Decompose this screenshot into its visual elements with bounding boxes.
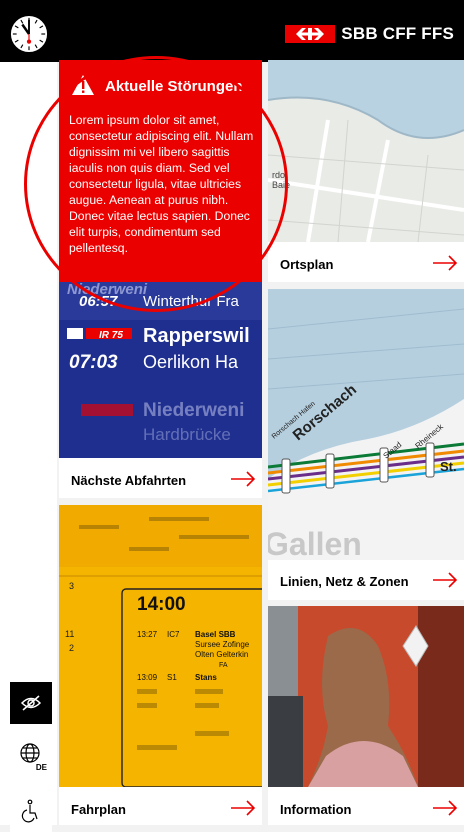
network-station3: St. <box>440 459 457 474</box>
row1-via: Sursee Zofinge <box>195 640 250 649</box>
track-b: 11 <box>65 629 74 639</box>
arrow-right-icon <box>433 800 458 816</box>
tile-label: Nächste Abfahrten <box>71 473 187 488</box>
city-map-image: rdo Baie <box>268 60 464 242</box>
information-photo <box>268 606 464 787</box>
language-code: DE <box>35 763 47 772</box>
sbb-logo-arrows-icon <box>285 25 336 43</box>
station-clock-icon[interactable] <box>10 15 48 53</box>
accessibility-button[interactable] <box>10 790 52 832</box>
tile-map[interactable]: rdo Baie Ortsplan <box>268 60 464 282</box>
eye-slash-icon <box>20 695 42 711</box>
row1-train: IC7 <box>167 630 180 639</box>
arrow-right-icon <box>231 800 256 816</box>
timetable-big-time: 14:00 <box>137 594 186 615</box>
tile-label: Information <box>280 802 352 817</box>
hide-images-button[interactable] <box>10 682 52 724</box>
board-row3-dest: Niederweni <box>143 400 244 421</box>
wheelchair-icon <box>21 799 38 823</box>
row2-dest: Stans <box>195 673 217 682</box>
tile-departures[interactable]: Niederweni 06:57 Winterthur Fra IR 75 Ra… <box>59 282 262 498</box>
arrow-right-icon <box>231 471 256 487</box>
tile-label: Linien, Netz & Zonen <box>280 574 409 589</box>
row1-via2: Olten Gelterkin <box>195 650 248 659</box>
brand-text: SBB CFF FFS <box>341 24 454 43</box>
row1-time: 13:27 <box>137 630 158 639</box>
network-map-image: Rorschach Rorschach Hafen Staad Rheineck… <box>268 289 464 560</box>
board-row3-via: Hardbrücke <box>143 425 231 444</box>
track-c: 2 <box>69 643 74 653</box>
row2-train: S1 <box>167 673 177 682</box>
board-row2-dest: Rapperswil <box>143 325 250 347</box>
board-row2-via: Oerlikon Ha <box>143 352 239 372</box>
highlight-circle <box>24 56 288 312</box>
language-button[interactable]: DE <box>10 733 52 775</box>
header-bar: SBB CFF FFS <box>0 0 464 62</box>
tile-timetable[interactable]: 3 11 2 14:00 13:27 IC7 Basel SBB Sursee … <box>59 505 262 825</box>
arrow-right-icon <box>433 255 458 271</box>
row1-extra: FA <box>219 662 228 669</box>
network-big-text: Gallen <box>268 526 362 560</box>
timetable-image: 3 11 2 14:00 13:27 IC7 Basel SBB Sursee … <box>59 505 262 787</box>
row1-dest: Basel SBB <box>195 630 236 639</box>
arrow-right-icon <box>433 572 458 588</box>
tile-network[interactable]: Rorschach Rorschach Hafen Staad Rheineck… <box>268 289 464 600</box>
row2-time: 13:09 <box>137 673 158 682</box>
board-row2-time: 07:03 <box>69 352 118 373</box>
board-row2-train: IR 75 <box>99 330 123 341</box>
tile-label: Fahrplan <box>71 802 126 817</box>
sbb-brand[interactable]: SBB CFF FFS <box>285 24 454 44</box>
track-a: 3 <box>69 581 74 591</box>
tile-information[interactable]: Information <box>268 606 464 825</box>
tile-label: Ortsplan <box>280 257 334 272</box>
